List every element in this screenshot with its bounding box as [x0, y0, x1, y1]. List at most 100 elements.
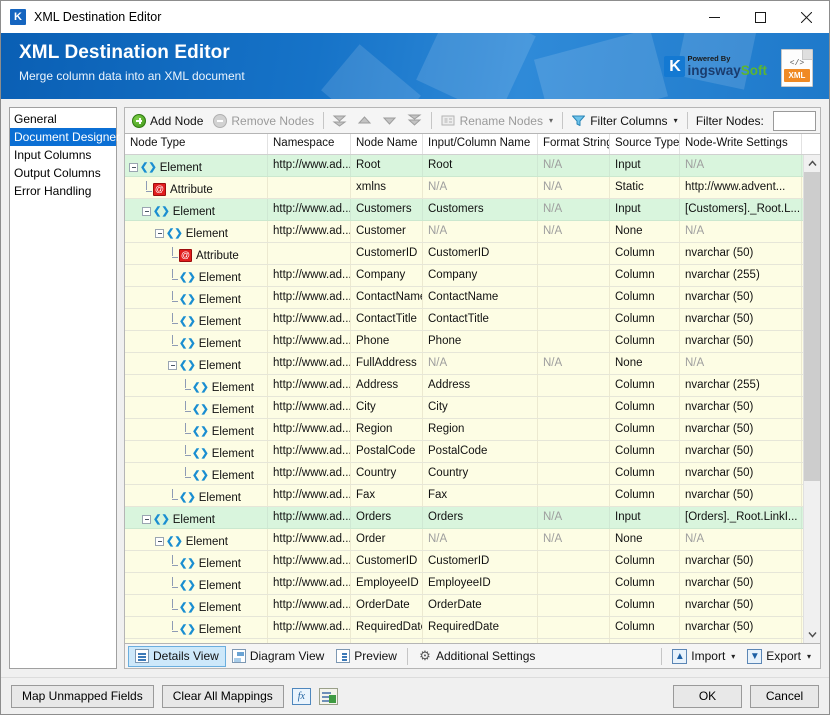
format-string-cell[interactable] — [538, 441, 610, 462]
node-type-cell[interactable]: ❮❯Element — [125, 375, 268, 396]
collapse-toggle-icon[interactable] — [142, 207, 151, 216]
input-column-name-cell[interactable]: N/A — [423, 639, 538, 643]
node-type-cell[interactable]: ❮❯Element — [125, 463, 268, 484]
chevron-down-icon[interactable]: ▾ — [674, 116, 678, 125]
tab-preview[interactable]: Preview — [330, 646, 403, 667]
sidebar-item-error-handling[interactable]: Error Handling — [10, 182, 116, 200]
source-type-cell[interactable]: Static — [610, 177, 680, 198]
input-column-name-cell[interactable]: Orders — [423, 507, 538, 528]
table-row[interactable]: ❮❯Elementhttp://www.ad...FullAddressN/AN… — [125, 353, 803, 375]
format-string-cell[interactable] — [538, 331, 610, 352]
format-string-cell[interactable] — [538, 397, 610, 418]
namespace-cell[interactable]: http://www.ad... — [268, 639, 351, 643]
input-column-name-cell[interactable]: Company — [423, 265, 538, 286]
namespace-cell[interactable]: http://www.ad... — [268, 309, 351, 330]
scroll-down-button[interactable] — [804, 626, 820, 643]
source-type-cell[interactable]: None — [610, 529, 680, 550]
namespace-cell[interactable]: http://www.ad... — [268, 441, 351, 462]
input-column-name-cell[interactable]: N/A — [423, 529, 538, 550]
source-type-cell[interactable]: Column — [610, 265, 680, 286]
table-row[interactable]: ❮❯Elementhttp://www.ad...EmployeeIDEmplo… — [125, 573, 803, 595]
node-write-settings-cell[interactable]: nvarchar (50) — [680, 485, 802, 506]
node-type-cell[interactable]: ❮❯Element — [125, 419, 268, 440]
node-name-cell[interactable]: Order — [351, 529, 423, 550]
format-string-cell[interactable] — [538, 573, 610, 594]
input-column-name-cell[interactable]: N/A — [423, 177, 538, 198]
node-write-settings-cell[interactable]: [Customers]._Root.L... — [680, 199, 802, 220]
minimize-button[interactable] — [691, 1, 737, 33]
node-type-cell[interactable]: ❮❯Element — [125, 221, 268, 242]
node-name-cell[interactable]: Fax — [351, 485, 423, 506]
node-type-cell[interactable]: ❮❯Element — [125, 485, 268, 506]
node-write-settings-cell[interactable]: nvarchar (50) — [680, 287, 802, 308]
namespace-cell[interactable]: http://www.ad... — [268, 419, 351, 440]
tab-diagram-view[interactable]: Diagram View — [226, 646, 330, 667]
import-button[interactable]: ▲ Import ▾ — [666, 646, 741, 667]
format-string-cell[interactable]: N/A — [538, 529, 610, 550]
close-button[interactable] — [783, 1, 829, 33]
input-column-name-cell[interactable]: N/A — [423, 353, 538, 374]
input-column-name-cell[interactable]: CustomerID — [423, 551, 538, 572]
source-type-cell[interactable]: Column — [610, 419, 680, 440]
format-string-cell[interactable] — [538, 463, 610, 484]
grid-column-header[interactable]: Node Name — [351, 134, 423, 154]
node-name-cell[interactable]: EmployeeID — [351, 573, 423, 594]
cancel-button[interactable]: Cancel — [750, 685, 819, 708]
input-column-name-cell[interactable]: Customers — [423, 199, 538, 220]
node-name-cell[interactable]: Region — [351, 419, 423, 440]
source-type-cell[interactable]: None — [610, 353, 680, 374]
table-row[interactable]: ❮❯Elementhttp://www.ad...RootRootN/AInpu… — [125, 155, 803, 177]
namespace-cell[interactable]: http://www.ad... — [268, 551, 351, 572]
clear-all-mappings-button[interactable]: Clear All Mappings — [162, 685, 284, 708]
table-row[interactable]: ❮❯Elementhttp://www.ad...RequiredDateReq… — [125, 617, 803, 639]
format-string-cell[interactable] — [538, 265, 610, 286]
node-write-settings-cell[interactable]: nvarchar (50) — [680, 243, 802, 264]
collapse-toggle-icon[interactable] — [142, 515, 151, 524]
source-type-cell[interactable]: Column — [610, 485, 680, 506]
namespace-cell[interactable]: http://www.ad... — [268, 155, 351, 176]
node-name-cell[interactable]: xmlns — [351, 177, 423, 198]
node-name-cell[interactable]: FullAddress — [351, 353, 423, 374]
grid-column-header[interactable]: Namespace — [268, 134, 351, 154]
scrollbar-track[interactable] — [804, 172, 820, 626]
format-string-cell[interactable]: N/A — [538, 199, 610, 220]
node-name-cell[interactable]: City — [351, 397, 423, 418]
table-row[interactable]: ❮❯Elementhttp://www.ad...CountryCountryC… — [125, 463, 803, 485]
format-string-cell[interactable] — [538, 287, 610, 308]
export-button[interactable]: ▼ Export ▾ — [741, 646, 817, 667]
expression-fx-icon[interactable]: fx — [292, 688, 311, 705]
format-string-cell[interactable]: N/A — [538, 353, 610, 374]
input-column-name-cell[interactable]: ContactTitle — [423, 309, 538, 330]
source-type-cell[interactable]: Column — [610, 441, 680, 462]
node-name-cell[interactable]: CustomerID — [351, 551, 423, 572]
node-write-settings-cell[interactable]: nvarchar (50) — [680, 573, 802, 594]
input-column-name-cell[interactable]: CustomerID — [423, 243, 538, 264]
format-string-cell[interactable]: N/A — [538, 177, 610, 198]
format-string-cell[interactable]: N/A — [538, 221, 610, 242]
namespace-cell[interactable]: http://www.ad... — [268, 617, 351, 638]
namespace-cell[interactable]: http://www.ad... — [268, 375, 351, 396]
source-type-cell[interactable]: Column — [610, 595, 680, 616]
source-type-cell[interactable]: Column — [610, 375, 680, 396]
table-row[interactable]: ❮❯Elementhttp://www.ad...PhonePhoneColum… — [125, 331, 803, 353]
tab-details-view[interactable]: Details View — [128, 646, 226, 667]
input-column-name-cell[interactable]: Fax — [423, 485, 538, 506]
node-write-settings-cell[interactable]: nvarchar (50) — [680, 595, 802, 616]
node-type-cell[interactable]: ❮❯Element — [125, 573, 268, 594]
table-row[interactable]: ❮❯Elementhttp://www.ad...ShipInfoN/AN/AN… — [125, 639, 803, 643]
format-string-cell[interactable] — [538, 309, 610, 330]
move-up-button[interactable] — [352, 110, 377, 132]
namespace-cell[interactable]: http://www.ad... — [268, 529, 351, 550]
node-type-cell[interactable]: ❮❯Element — [125, 397, 268, 418]
namespace-cell[interactable]: http://www.ad... — [268, 397, 351, 418]
node-write-settings-cell[interactable]: nvarchar (50) — [680, 441, 802, 462]
collapse-toggle-icon[interactable] — [129, 163, 138, 172]
input-column-name-cell[interactable]: EmployeeID — [423, 573, 538, 594]
node-type-cell[interactable]: ❮❯Element — [125, 617, 268, 638]
node-type-cell[interactable]: ❮❯Element — [125, 441, 268, 462]
table-row[interactable]: ❮❯Elementhttp://www.ad...ContactNameCont… — [125, 287, 803, 309]
input-column-name-cell[interactable]: PostalCode — [423, 441, 538, 462]
node-name-cell[interactable]: OrderDate — [351, 595, 423, 616]
chevron-down-icon[interactable]: ▾ — [731, 652, 735, 661]
format-string-cell[interactable] — [538, 419, 610, 440]
